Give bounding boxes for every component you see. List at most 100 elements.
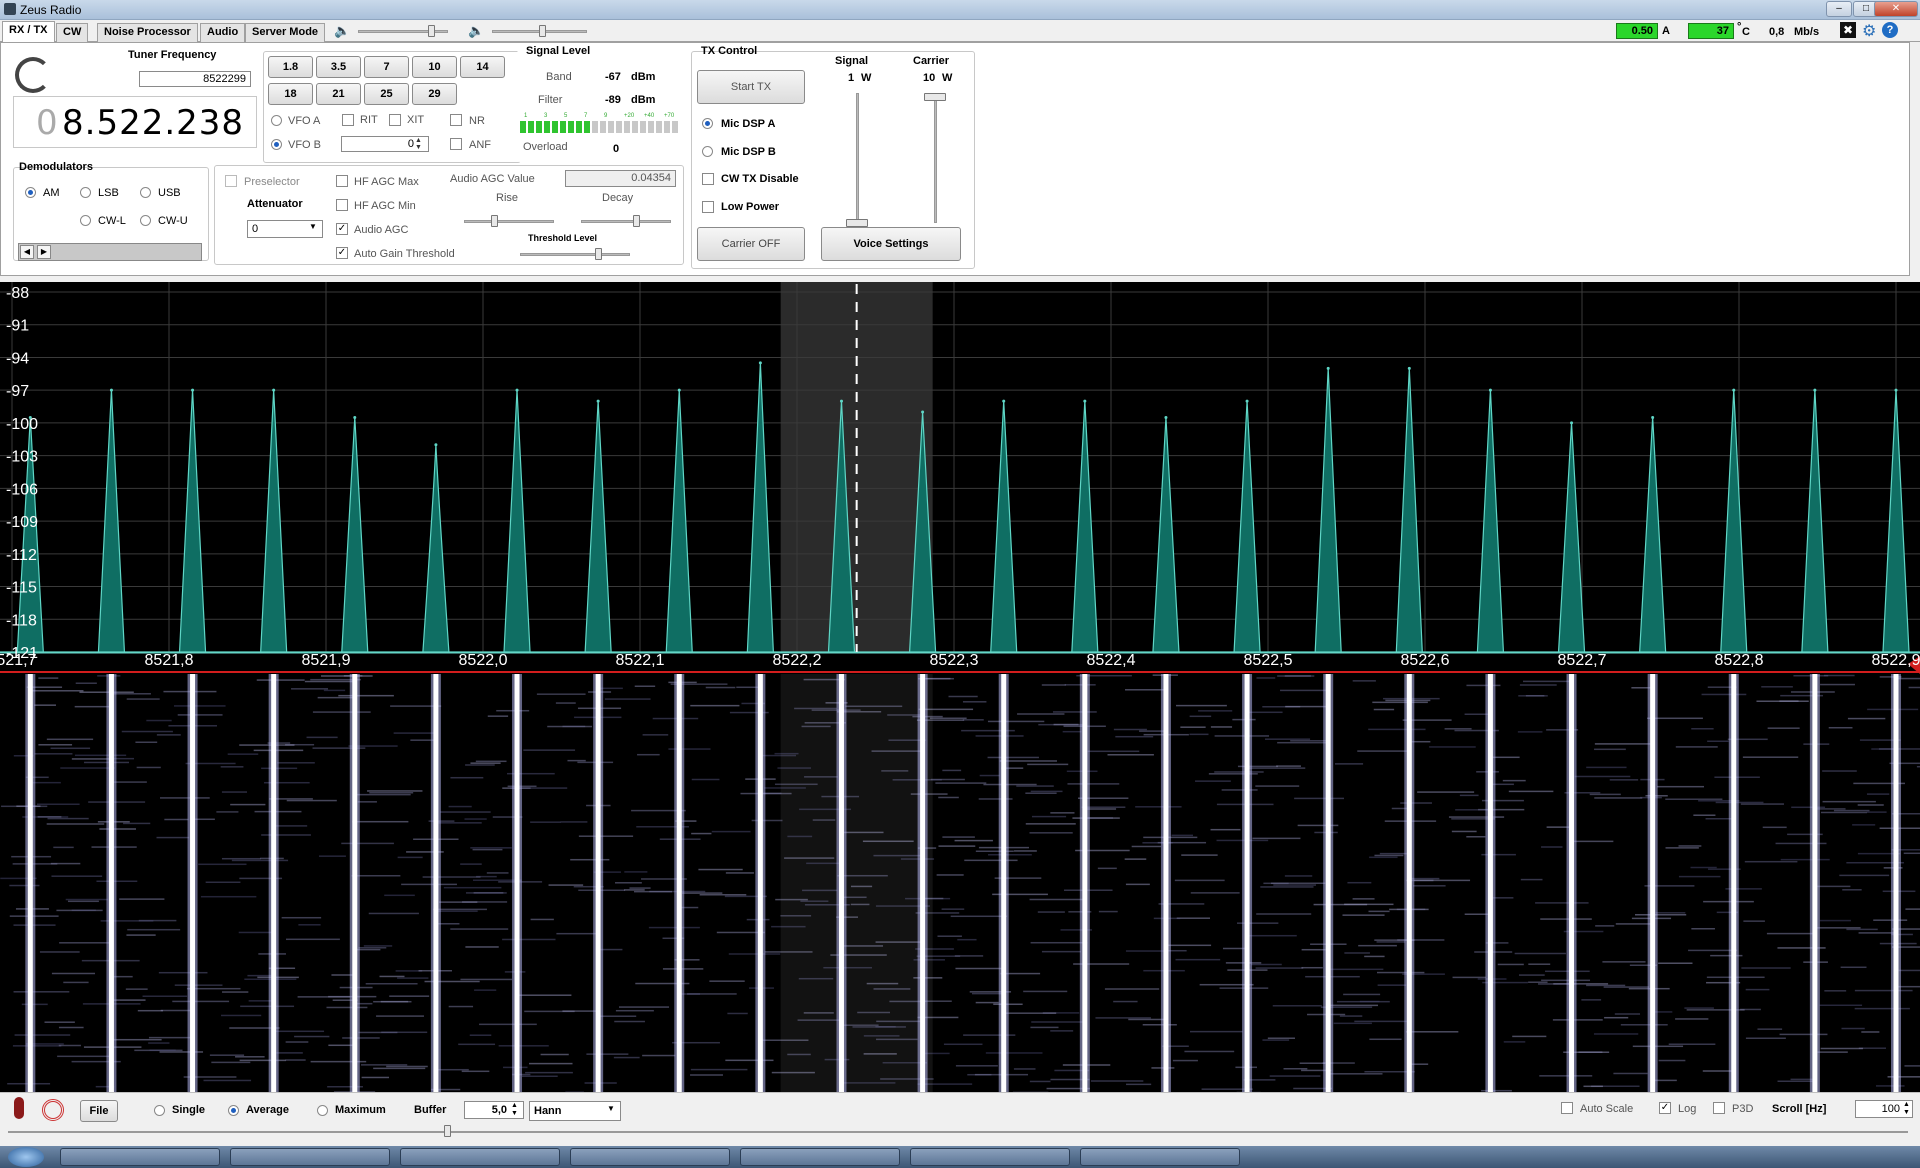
antenna-icon[interactable] — [42, 1099, 64, 1121]
taskbar-item[interactable] — [400, 1148, 560, 1166]
average-slider-thumb[interactable] — [444, 1125, 451, 1137]
auto-scale-checkbox[interactable] — [1561, 1102, 1573, 1114]
am-radio[interactable] — [25, 187, 36, 198]
cw-tx-disable-checkbox[interactable] — [702, 173, 714, 185]
xit-checkbox[interactable] — [389, 114, 401, 126]
nr-checkbox[interactable] — [450, 114, 462, 126]
audio-agc-label: Audio AGC — [354, 224, 409, 236]
preselector-checkbox[interactable] — [225, 175, 237, 187]
tab-rx-tx[interactable]: RX / TX — [2, 21, 55, 42]
spinner-arrows-icon[interactable]: ▲ ▼ — [511, 1102, 518, 1118]
s-meter: 1 3 5 7 9 +20 +40 +70 — [520, 113, 680, 133]
gear-icon[interactable]: ⚙ — [1862, 21, 1876, 41]
scroll-left-icon[interactable]: ◀ — [20, 245, 34, 259]
band-button-14[interactable]: 14 — [460, 56, 505, 78]
band-button-18[interactable]: 18 — [268, 83, 313, 105]
tune-knob-icon[interactable] — [15, 57, 51, 93]
band-button-10[interactable]: 10 — [412, 56, 457, 78]
file-button[interactable]: File — [80, 1100, 118, 1122]
audio-agc-checkbox[interactable]: ✓ — [336, 223, 348, 235]
tab-noise-processor[interactable]: Noise Processor — [97, 23, 198, 42]
filter-scrollbar[interactable]: ◀ ▶ — [18, 243, 202, 261]
decay-slider-thumb[interactable] — [633, 215, 640, 227]
signal-power-slider[interactable] — [856, 93, 859, 223]
threshold-level-label: Threshold Level — [528, 233, 598, 243]
band-button-1-8[interactable]: 1.8 — [268, 56, 313, 78]
data-rate-unit: Mb/s — [1794, 26, 1820, 38]
chevron-down-icon[interactable]: ▼ — [309, 222, 317, 231]
waterfall-display[interactable] — [0, 674, 1920, 1092]
vfo-a-radio[interactable] — [271, 115, 282, 126]
monitor-volume-slider-thumb[interactable] — [539, 25, 546, 37]
lsb-radio[interactable] — [80, 187, 91, 198]
taskbar-item[interactable] — [60, 1148, 220, 1166]
threshold-level-slider[interactable] — [520, 253, 630, 256]
volume-slider-thumb[interactable] — [428, 25, 435, 37]
y-axis-label: -88 — [6, 285, 29, 302]
band-button-7[interactable]: 7 — [364, 56, 409, 78]
scroll-right-icon[interactable]: ▶ — [37, 245, 51, 259]
tab-audio[interactable]: Audio — [200, 23, 246, 42]
waterfall-signal-trace — [838, 674, 844, 1092]
anf-checkbox[interactable] — [450, 138, 462, 150]
band-button-3-5[interactable]: 3.5 — [316, 56, 361, 78]
start-orb-icon[interactable] — [8, 1147, 44, 1167]
decay-slider[interactable] — [581, 220, 671, 223]
data-rate-value: 0,8 — [1769, 26, 1785, 38]
waterfall-signal-trace — [1163, 674, 1169, 1092]
tuner-frequency-input[interactable]: 8522299 — [139, 71, 251, 87]
carrier-off-button[interactable]: Carrier OFF — [697, 227, 805, 261]
average-radio[interactable] — [228, 1105, 239, 1116]
cw-l-radio[interactable] — [80, 215, 91, 226]
tab-cw[interactable]: CW — [56, 23, 89, 42]
taskbar-item[interactable] — [1080, 1148, 1240, 1166]
microphone-icon[interactable] — [14, 1097, 24, 1119]
band-button-21[interactable]: 21 — [316, 83, 361, 105]
frequency-display[interactable]: 0 8.522.238 — [13, 96, 257, 148]
vfo-b-radio[interactable] — [271, 139, 282, 150]
spinner-arrows-icon[interactable]: ▲ ▼ — [1903, 1101, 1910, 1117]
taskbar-item[interactable] — [740, 1148, 900, 1166]
average-slider[interactable] — [8, 1131, 1908, 1133]
taskbar-item[interactable] — [910, 1148, 1070, 1166]
waterfall-plot[interactable] — [0, 674, 1920, 1092]
preselector-label: Preselector — [244, 176, 300, 188]
help-icon[interactable]: ? — [1882, 22, 1898, 38]
mic-dsp-a-radio[interactable] — [702, 118, 713, 129]
p3d-checkbox[interactable] — [1713, 1102, 1725, 1114]
spinner-arrows-icon[interactable]: ▲ ▼ — [415, 137, 427, 151]
hf-agc-min-checkbox[interactable] — [336, 199, 348, 211]
minimize-button[interactable]: – — [1826, 1, 1852, 17]
signal-level-title: Signal Level — [526, 45, 591, 57]
spectrum-plot[interactable]: -88 -91 -94 -97 -100 -103 -106 -109 -112 -115 -118… — [0, 282, 1920, 674]
hf-agc-max-checkbox[interactable] — [336, 175, 348, 187]
tab-server-mode[interactable]: Server Mode — [245, 23, 326, 42]
mic-dsp-b-radio[interactable] — [702, 146, 713, 157]
carrier-power-slider-thumb[interactable] — [924, 93, 946, 101]
rit-checkbox[interactable] — [342, 114, 354, 126]
spectrum-peak — [1732, 388, 1736, 392]
low-power-checkbox[interactable] — [702, 201, 714, 213]
s-meter-segment — [536, 121, 542, 133]
close-x-icon[interactable]: ✖ — [1840, 22, 1856, 38]
usb-radio[interactable] — [140, 187, 151, 198]
threshold-level-slider-thumb[interactable] — [595, 248, 602, 260]
auto-gain-threshold-checkbox[interactable]: ✓ — [336, 247, 348, 259]
band-button-25[interactable]: 25 — [364, 83, 409, 105]
signal-power-slider-thumb[interactable] — [846, 219, 868, 227]
taskbar-item[interactable] — [570, 1148, 730, 1166]
cw-u-radio[interactable] — [140, 215, 151, 226]
chevron-down-icon[interactable]: ▼ — [607, 1104, 615, 1113]
single-radio[interactable] — [154, 1105, 165, 1116]
carrier-power-slider[interactable] — [934, 93, 937, 223]
start-tx-button[interactable]: Start TX — [697, 70, 805, 104]
voice-settings-button[interactable]: Voice Settings — [821, 227, 961, 261]
taskbar-item[interactable] — [230, 1148, 390, 1166]
band-button-29[interactable]: 29 — [412, 83, 457, 105]
close-button[interactable]: ✕ — [1874, 1, 1918, 17]
maximum-radio[interactable] — [317, 1105, 328, 1116]
rise-slider-thumb[interactable] — [491, 215, 498, 227]
spectrum-display[interactable]: -88 -91 -94 -97 -100 -103 -106 -109 -112 -115 -118… — [0, 282, 1920, 674]
rise-slider[interactable] — [464, 220, 554, 223]
log-checkbox[interactable]: ✓ — [1659, 1102, 1671, 1114]
